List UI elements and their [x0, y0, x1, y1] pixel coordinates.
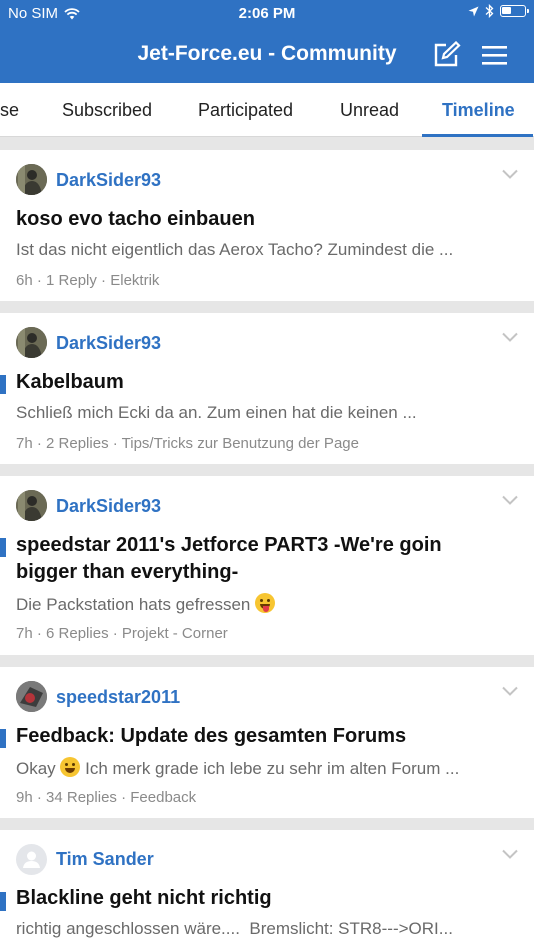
tab-subscribed[interactable]: Subscribed — [62, 100, 152, 121]
thread-author[interactable]: DarkSider93 — [56, 333, 161, 354]
avatar[interactable] — [16, 490, 47, 521]
avatar[interactable] — [16, 681, 47, 712]
thread-time: 9h — [16, 789, 33, 806]
thread-forum[interactable]: Feedback — [130, 789, 196, 806]
active-tab-indicator — [422, 134, 533, 137]
unread-indicator — [0, 375, 6, 394]
location-arrow-icon — [468, 6, 479, 16]
thread-author[interactable]: speedstar2011 — [56, 687, 180, 708]
thread-meta: 7h · 6 Replies · Projekt - Corner — [16, 625, 228, 642]
chevron-down-icon[interactable] — [502, 495, 518, 505]
tab-participated[interactable]: Participated — [198, 100, 293, 121]
unread-indicator — [0, 892, 6, 911]
thread-meta: 6h · 1 Reply · Elektrik — [16, 272, 160, 289]
thread-author[interactable]: DarkSider93 — [56, 170, 161, 191]
compose-icon[interactable] — [432, 41, 462, 69]
unread-indicator — [0, 538, 6, 557]
thread-card[interactable]: Tim Sander Blackline geht nicht richtig … — [0, 830, 534, 950]
thread-excerpt: Ist das nicht eigentlich das Aerox Tacho… — [16, 240, 454, 259]
thread-excerpt: richtig angeschlossen wäre.... Bremslich… — [16, 919, 453, 938]
status-right — [468, 4, 529, 18]
thread-replies: 1 Reply — [46, 272, 97, 289]
thread-forum[interactable]: Elektrik — [110, 272, 159, 289]
app-header: No SIM 2:06 PM Jet-Force.eu - Community — [0, 0, 534, 83]
thread-author[interactable]: Tim Sander — [56, 849, 154, 870]
thread-excerpt: Die Packstation hats gefressen — [16, 593, 516, 615]
thread-forum[interactable]: Tips/Tricks zur Benutzung der Page — [122, 435, 359, 452]
status-bar: No SIM 2:06 PM — [0, 0, 534, 28]
thread-excerpt-pre: Okay — [16, 759, 56, 778]
chevron-down-icon[interactable] — [502, 169, 518, 179]
thread-replies: 6 Replies — [46, 625, 109, 642]
avatar[interactable] — [16, 327, 47, 358]
thread-excerpt: Okay Ich merk grade ich lebe zu sehr im … — [16, 757, 516, 779]
tab-bar: se Subscribed Participated Unread Timeli… — [0, 83, 534, 137]
thread-title[interactable]: speedstar 2011's Jetforce PART3 -We're g… — [16, 532, 486, 586]
tab-timeline[interactable]: Timeline — [442, 100, 515, 121]
menu-icon[interactable] — [480, 41, 510, 69]
thread-excerpt-text: Ich merk grade ich lebe zu sehr im alten… — [85, 759, 460, 778]
thread-title[interactable]: Kabelbaum — [16, 369, 124, 396]
thread-author[interactable]: DarkSider93 — [56, 496, 161, 517]
thread-title[interactable]: Blackline geht nicht richtig — [16, 885, 272, 912]
tongue-emoji-icon — [255, 593, 276, 613]
unread-indicator — [0, 729, 6, 748]
thread-card[interactable]: speedstar2011 Feedback: Update des gesam… — [0, 667, 534, 818]
thread-card[interactable]: DarkSider93 Kabelbaum Schließ mich Ecki … — [0, 313, 534, 464]
thread-forum[interactable]: Projekt - Corner — [122, 625, 228, 642]
thread-time: 7h — [16, 625, 33, 642]
thread-replies: 34 Replies — [46, 789, 117, 806]
avatar[interactable] — [16, 844, 47, 875]
tab-browse[interactable]: se — [0, 100, 19, 121]
bluetooth-icon — [485, 4, 494, 18]
thread-title[interactable]: Feedback: Update des gesamten Forums — [16, 723, 406, 750]
thread-title[interactable]: koso evo tacho einbauen — [16, 206, 255, 233]
thread-replies: 2 Replies — [46, 435, 109, 452]
thread-meta: 7h · 2 Replies · Tips/Tricks zur Benutzu… — [16, 435, 359, 452]
chevron-down-icon[interactable] — [502, 332, 518, 342]
chevron-down-icon[interactable] — [502, 849, 518, 859]
thread-card[interactable]: DarkSider93 speedstar 2011's Jetforce PA… — [0, 476, 534, 655]
avatar[interactable] — [16, 164, 47, 195]
thread-meta: 9h · 34 Replies · Feedback — [16, 789, 197, 806]
thread-card[interactable]: DarkSider93 koso evo tacho einbauen Ist … — [0, 150, 534, 301]
thread-time: 7h — [16, 435, 33, 452]
battery-icon — [500, 5, 529, 17]
thread-excerpt-text: Die Packstation hats gefressen — [16, 595, 251, 614]
thread-time: 6h — [16, 272, 33, 289]
tab-unread[interactable]: Unread — [340, 100, 399, 121]
grin-emoji-icon — [60, 757, 81, 777]
thread-excerpt: Schließ mich Ecki da an. Zum einen hat d… — [16, 403, 417, 422]
status-time: 2:06 PM — [238, 5, 296, 22]
chevron-down-icon[interactable] — [502, 686, 518, 696]
